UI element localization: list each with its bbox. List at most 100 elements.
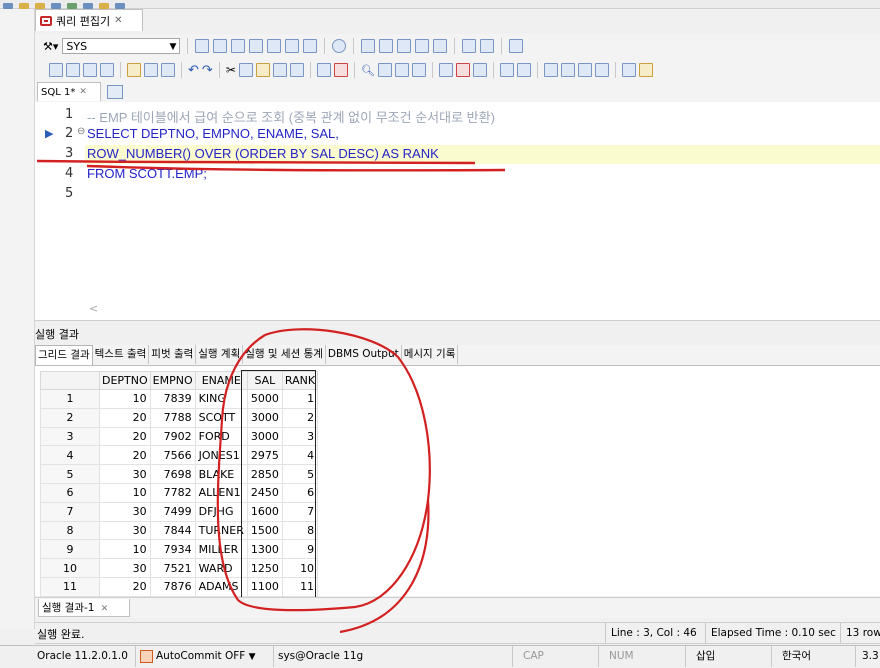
rollback-icon[interactable] xyxy=(379,39,394,53)
deptno-cell[interactable]: 30 xyxy=(99,464,151,484)
ename-cell[interactable]: TURNER xyxy=(194,520,248,541)
close-file-icon[interactable] xyxy=(100,63,114,77)
empno-cell[interactable]: 7521 xyxy=(149,558,196,578)
ename-cell[interactable]: SCOTT xyxy=(194,407,248,428)
ename-cell[interactable]: BLAKE xyxy=(194,464,248,484)
replace-icon[interactable] xyxy=(411,63,426,77)
table-icon[interactable] xyxy=(480,39,495,53)
result-grid[interactable]: DEPTNO EMPNO ENAME SAL RANK 1 10 7839 KING 5… xyxy=(35,366,880,597)
open-folder-icon[interactable] xyxy=(127,63,141,77)
new-tab-icon[interactable] xyxy=(66,63,80,77)
outdent-icon[interactable] xyxy=(516,63,531,77)
bookmark-icon[interactable] xyxy=(438,63,453,77)
tab-session-stats[interactable]: 실행 및 세션 통계 xyxy=(243,345,326,364)
column-header-empno[interactable]: EMPNO xyxy=(149,371,196,390)
autocommit-toggle[interactable]: AutoCommit OFF ▼ xyxy=(135,646,256,667)
close-icon[interactable]: ✕ xyxy=(79,87,87,97)
empno-cell[interactable]: 7788 xyxy=(149,407,196,428)
deptno-cell[interactable]: 20 xyxy=(99,407,151,428)
stop-icon[interactable] xyxy=(332,39,347,53)
redo-icon[interactable]: ↷ xyxy=(202,63,213,78)
new-sql-tab-icon[interactable] xyxy=(107,85,123,99)
ename-cell[interactable]: MILLER xyxy=(194,539,248,560)
close-icon[interactable]: ✕ xyxy=(114,15,122,26)
indent-icon[interactable] xyxy=(499,63,514,77)
save-as-icon[interactable] xyxy=(161,63,175,77)
empno-cell[interactable]: 7499 xyxy=(149,501,196,522)
copy-icon[interactable] xyxy=(238,63,253,77)
deptno-cell[interactable]: 10 xyxy=(99,482,151,503)
bookmark-next-icon[interactable] xyxy=(455,63,470,77)
bookmark-clear-icon[interactable] xyxy=(472,63,487,77)
db-icon[interactable] xyxy=(415,39,430,53)
result-set-tab[interactable]: 실행 결과-1 ✕ xyxy=(38,599,130,617)
ename-cell[interactable]: ALLEN1 xyxy=(194,482,248,503)
ename-cell[interactable]: FORD xyxy=(194,426,248,447)
options-icon[interactable] xyxy=(638,63,653,77)
scroll-left-icon[interactable]: < xyxy=(89,302,98,315)
explain-plan-icon[interactable] xyxy=(231,39,246,53)
uncomment-icon[interactable] xyxy=(333,63,348,77)
close-icon[interactable]: ✕ xyxy=(101,604,109,614)
empno-cell[interactable]: 7876 xyxy=(149,576,196,597)
ename-cell[interactable]: DFJHG xyxy=(194,501,248,522)
sql-editor[interactable]: 1 -- EMP 테이블에서 급여 순으로 조회 (중복 관계 없이 무조건 순… xyxy=(35,102,880,321)
cut-icon[interactable]: ✂ xyxy=(226,63,236,77)
align-icon[interactable] xyxy=(433,39,448,53)
case-icon[interactable] xyxy=(594,63,609,77)
column-header-deptno[interactable]: DEPTNO xyxy=(99,371,151,390)
deptno-cell[interactable]: 10 xyxy=(99,539,151,560)
deptno-cell[interactable]: 30 xyxy=(99,520,151,541)
sort-icon[interactable] xyxy=(621,63,636,77)
find-prev-icon[interactable] xyxy=(394,63,409,77)
deptno-cell[interactable]: 20 xyxy=(99,426,151,447)
trace-icon[interactable] xyxy=(249,39,264,53)
save-icon[interactable] xyxy=(144,63,158,77)
empno-cell[interactable]: 7902 xyxy=(149,426,196,447)
column-header-ename[interactable]: ENAME xyxy=(194,371,248,390)
tab-grid-result[interactable]: 그리드 결과 xyxy=(35,345,93,365)
bind-icon[interactable] xyxy=(397,39,412,53)
paste-special-icon[interactable] xyxy=(272,63,287,77)
undo-icon[interactable]: ↶ xyxy=(188,63,199,78)
history-icon[interactable] xyxy=(267,39,282,53)
tab-message-history[interactable]: 메시지 기록 xyxy=(402,345,459,364)
outline-icon[interactable] xyxy=(462,39,477,53)
lower-case-icon[interactable] xyxy=(560,63,575,77)
format-icon[interactable] xyxy=(285,39,300,53)
comment-icon[interactable] xyxy=(316,63,331,77)
new-file-icon[interactable] xyxy=(49,63,63,77)
ename-cell[interactable]: WARD xyxy=(194,558,248,578)
find-next-icon[interactable] xyxy=(377,63,392,77)
run-statement-icon[interactable] xyxy=(195,39,210,53)
empno-cell[interactable]: 7839 xyxy=(149,389,196,409)
empno-cell[interactable]: 7934 xyxy=(149,539,196,560)
deptno-cell[interactable]: 30 xyxy=(99,558,151,578)
schema-select[interactable]: SYS ▼ xyxy=(62,38,181,54)
sql-tab[interactable]: SQL 1* ✕ xyxy=(37,82,101,101)
ename-cell[interactable]: KING xyxy=(194,389,248,409)
search-icon[interactable]: 🔍︎ xyxy=(361,64,375,77)
deptno-cell[interactable]: 30 xyxy=(99,501,151,522)
empno-cell[interactable]: 7566 xyxy=(149,445,196,466)
deptno-cell[interactable]: 20 xyxy=(99,445,151,466)
ename-cell[interactable]: JONES1 xyxy=(194,445,248,466)
edit-icon[interactable] xyxy=(303,39,318,53)
clipboard-icon[interactable] xyxy=(289,63,304,77)
commit-icon[interactable] xyxy=(361,39,376,53)
layout-icon[interactable] xyxy=(509,39,524,53)
ename-cell[interactable]: ADAMS xyxy=(194,576,248,597)
fold-icon[interactable]: ⊖ xyxy=(77,126,85,137)
tab-text-output[interactable]: 텍스트 출력 xyxy=(93,345,150,364)
initcap-icon[interactable] xyxy=(577,63,592,77)
tab-pivot-output[interactable]: 피벗 출력 xyxy=(149,345,197,364)
paste-icon[interactable] xyxy=(255,63,270,77)
duplicate-icon[interactable] xyxy=(83,63,97,77)
run-script-icon[interactable] xyxy=(213,39,228,53)
upper-case-icon[interactable] xyxy=(543,63,558,77)
tab-dbms-output[interactable]: DBMS Output xyxy=(326,345,402,364)
empno-cell[interactable]: 7782 xyxy=(149,482,196,503)
empno-cell[interactable]: 7698 xyxy=(149,464,196,484)
query-editor-tab[interactable]: 쿼리 편집기 ✕ xyxy=(35,9,143,31)
empno-cell[interactable]: 7844 xyxy=(149,520,196,541)
